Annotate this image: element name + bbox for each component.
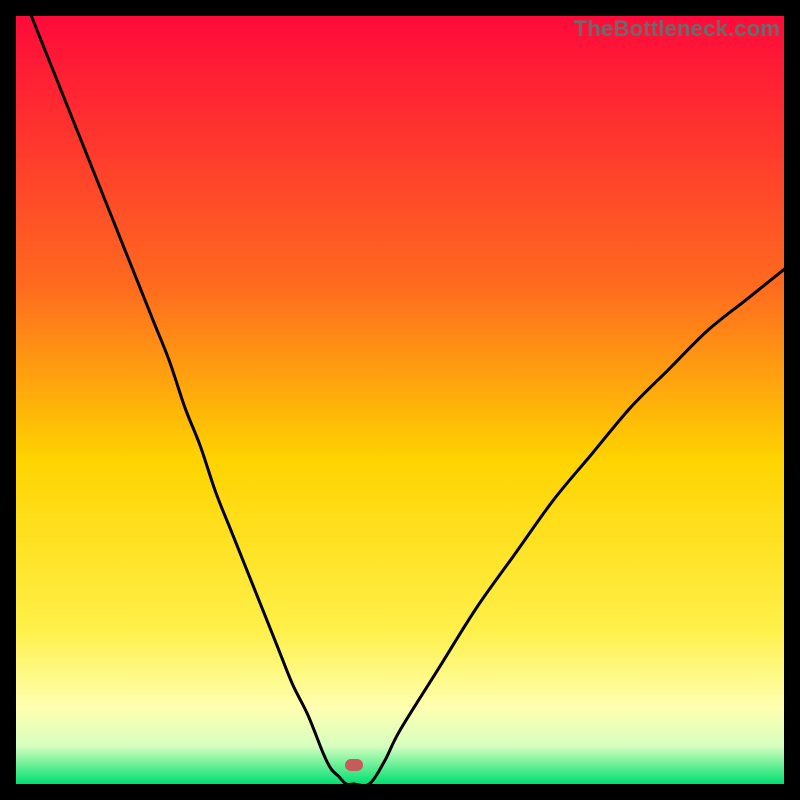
- chart-frame: TheBottleneck.com: [16, 16, 784, 784]
- bottleneck-chart: [16, 16, 784, 784]
- optimal-marker: [345, 759, 363, 771]
- watermark-text: TheBottleneck.com: [574, 16, 780, 42]
- gradient-background: [16, 16, 784, 784]
